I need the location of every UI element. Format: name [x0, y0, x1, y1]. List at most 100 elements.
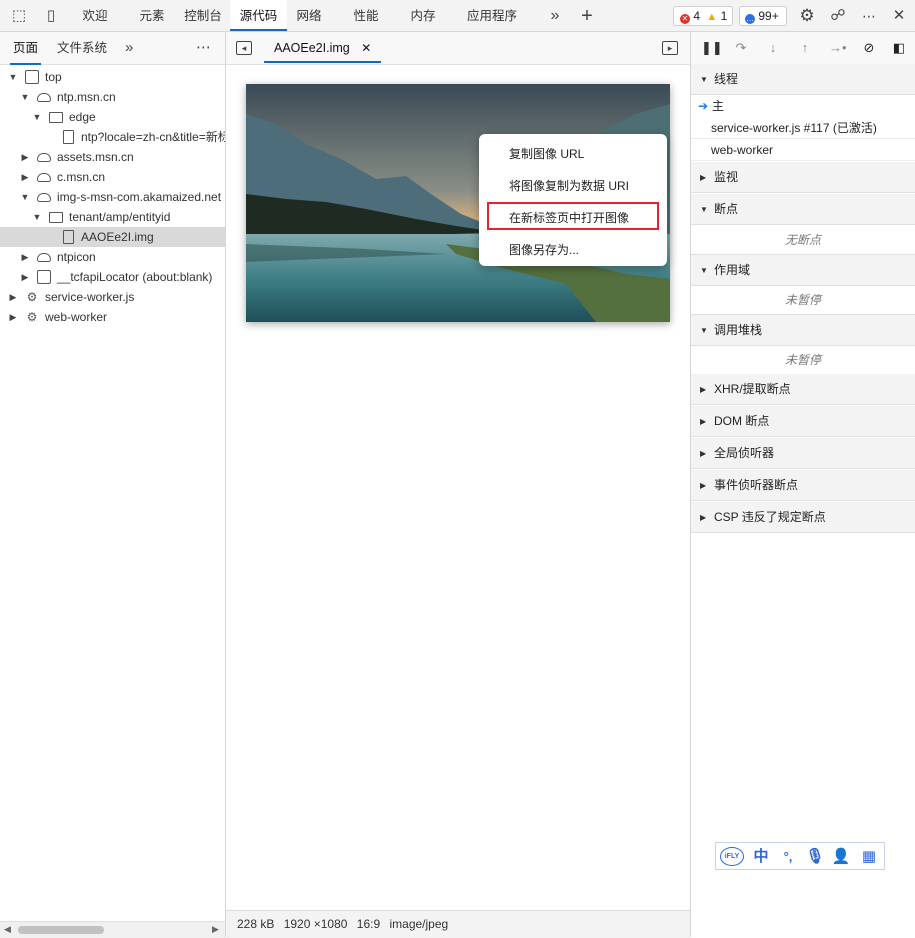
scroll-left-arrow-icon[interactable]: ◀	[4, 924, 11, 935]
tree-item-web-worker[interactable]: ▶ ⚙ web-worker	[0, 307, 225, 327]
debugger-panel: ❚❚ ↷ ↓ ↑ →• ⊘ ◧ ▼ 线程 ➔ 主 service-worker.…	[690, 32, 915, 937]
microphone-icon[interactable]: 🎙	[804, 847, 826, 867]
error-icon: ✕	[680, 14, 690, 24]
pause-icon[interactable]: ❚❚	[701, 40, 723, 56]
image-status-bar: 228 kB 1920 ×1080 16:9 image/jpeg	[226, 910, 690, 938]
tab-network[interactable]: 网络	[292, 0, 326, 31]
tree-item-assets-msn[interactable]: ▶ assets.msn.cn	[0, 147, 225, 167]
tree-item-tcfapilocator[interactable]: ▶ __tcfapiLocator (about:blank)	[0, 267, 225, 287]
thread-main[interactable]: ➔ 主	[691, 95, 915, 117]
file-tab[interactable]: AAOEe2I.img ✕	[264, 32, 382, 63]
section-dom-breakpoints[interactable]: ▶ DOM 断点	[691, 406, 915, 437]
section-scope[interactable]: ▼ 作用域	[691, 255, 915, 286]
tree-item-ntp-msn[interactable]: ▼ ntp.msn.cn	[0, 87, 225, 107]
expand-caret-icon[interactable]: ▼	[8, 67, 18, 87]
section-event-listener-breakpoints[interactable]: ▶ 事件侦听器断点	[691, 470, 915, 501]
deactivate-breakpoints-icon[interactable]: ⊘	[861, 40, 877, 56]
menu-copy-image-url[interactable]: 复制图像 URL	[479, 138, 667, 170]
pause-on-exceptions-icon[interactable]: ◧	[891, 40, 907, 56]
tree-item-top[interactable]: ▼ top	[0, 67, 225, 87]
section-watch[interactable]: ▶ 监视	[691, 162, 915, 193]
menu-copy-image-data-uri[interactable]: 将图像复制为数据 URI	[479, 170, 667, 202]
tree-item-c-msn[interactable]: ▶ c.msn.cn	[0, 167, 225, 187]
expand-caret-icon[interactable]: ▼	[32, 207, 42, 227]
tab-console[interactable]: 控制台	[180, 0, 226, 31]
collapsed-caret-icon[interactable]: ▶	[20, 167, 30, 187]
thread-web-worker[interactable]: web-worker	[691, 139, 915, 161]
section-call-stack[interactable]: ▼ 调用堆栈	[691, 315, 915, 346]
tab-memory[interactable]: 内存	[405, 0, 441, 31]
toggle-debugger-icon[interactable]: ▸	[662, 41, 678, 55]
folder-icon	[49, 212, 63, 223]
tab-filesystem[interactable]: 文件系统	[57, 32, 107, 63]
apps-grid-icon[interactable]: ▦	[858, 847, 880, 867]
tree-item-ntp-file[interactable]: ntp?locale=zh-cn&title=新标签页	[0, 127, 225, 147]
user-icon[interactable]: 👤	[830, 847, 852, 867]
warning-count: 1	[720, 9, 728, 23]
feedback-icon[interactable]: ☍	[829, 7, 847, 25]
more-options-icon[interactable]: ⋯	[860, 7, 878, 25]
scroll-right-arrow-icon[interactable]: ▶	[212, 924, 219, 935]
more-tabs-chevron-icon[interactable]: »	[125, 39, 133, 56]
section-title: 全局侦听器	[714, 446, 775, 460]
add-tab-plus-icon[interactable]: +	[578, 6, 596, 26]
debugger-toolbar: ❚❚ ↷ ↓ ↑ →• ⊘ ◧	[691, 32, 915, 65]
collapsed-caret-icon[interactable]: ▶	[20, 267, 30, 287]
thread-service-worker[interactable]: service-worker.js #117 (已激活)	[691, 117, 915, 139]
ime-toolbar: iFLY 中 °, 🎙 👤 ▦	[715, 842, 885, 870]
menu-save-image-as[interactable]: 图像另存为...	[479, 234, 667, 266]
expand-caret-icon[interactable]: ▼	[20, 187, 30, 207]
tab-sources[interactable]: 源代码	[230, 0, 287, 31]
tree-item-label: top	[45, 70, 62, 84]
tab-performance[interactable]: 性能	[348, 0, 384, 31]
editor-tab-bar: ◂ AAOEe2I.img ✕ ▸	[226, 32, 690, 65]
inspect-element-icon[interactable]: ⬚	[10, 7, 28, 25]
step-into-icon[interactable]: ↓	[765, 40, 781, 56]
tree-item-entityid-folder[interactable]: ▼ tenant/amp/entityid	[0, 207, 225, 227]
tree-item-service-worker[interactable]: ▶ ⚙ service-worker.js	[0, 287, 225, 307]
section-csp-breakpoints[interactable]: ▶ CSP 违反了规定断点	[691, 502, 915, 533]
tab-page[interactable]: 页面	[10, 32, 41, 65]
ifly-logo-icon[interactable]: iFLY	[720, 847, 744, 866]
section-title: 调用堆栈	[714, 323, 763, 337]
step-over-icon[interactable]: ↷	[733, 40, 749, 56]
device-emulation-icon[interactable]: ▯	[42, 7, 60, 25]
step-icon[interactable]: →•	[829, 40, 847, 56]
step-out-icon[interactable]: ↑	[797, 40, 813, 56]
collapsed-caret-icon[interactable]: ▶	[8, 287, 18, 307]
collapsed-triangle-icon: ▶	[700, 449, 707, 458]
tree-item-img-akamaized[interactable]: ▼ img-s-msn-com.akamaized.net	[0, 187, 225, 207]
horizontal-scrollbar[interactable]: ◀ ▶	[0, 921, 225, 938]
navigator-menu-icon[interactable]: ⋯	[196, 38, 211, 56]
tab-application[interactable]: 应用程序	[462, 0, 522, 31]
tree-item-selected-image[interactable]: AAOEe2I.img	[0, 227, 225, 247]
tree-item-label: ntp?locale=zh-cn&title=新标签页	[81, 130, 225, 144]
ime-language-toggle[interactable]: 中	[750, 847, 772, 867]
close-devtools-icon[interactable]: ✕	[890, 7, 908, 25]
expand-caret-icon[interactable]: ▼	[32, 107, 42, 127]
tree-item-ntpicon[interactable]: ▶ ntpicon	[0, 247, 225, 267]
tab-welcome[interactable]: 欢迎	[78, 0, 112, 31]
settings-gear-icon[interactable]: ⚙	[798, 7, 816, 25]
scrollbar-thumb[interactable]	[18, 926, 104, 934]
ime-punctuation-toggle[interactable]: °,	[778, 847, 798, 867]
section-title: 断点	[714, 202, 739, 216]
section-threads[interactable]: ▼ 线程	[691, 64, 915, 95]
errors-warnings-badge[interactable]: ✕ 4 ▲ 1	[673, 6, 733, 26]
more-tabs-chevron-icon[interactable]: »	[546, 7, 564, 25]
section-xhr-breakpoints[interactable]: ▶ XHR/提取断点	[691, 374, 915, 405]
collapsed-caret-icon[interactable]: ▶	[8, 307, 18, 327]
collapsed-caret-icon[interactable]: ▶	[20, 147, 30, 167]
image-mime: image/jpeg	[389, 917, 449, 931]
section-global-listeners[interactable]: ▶ 全局侦听器	[691, 438, 915, 469]
issues-badge[interactable]: … 99+	[739, 6, 787, 26]
collapsed-caret-icon[interactable]: ▶	[20, 247, 30, 267]
section-breakpoints[interactable]: ▼ 断点	[691, 194, 915, 225]
close-tab-icon[interactable]: ✕	[361, 41, 371, 55]
collapsed-triangle-icon: ▶	[700, 417, 707, 426]
tab-elements[interactable]: 元素	[134, 0, 170, 31]
section-title: DOM 断点	[714, 414, 770, 428]
expand-caret-icon[interactable]: ▼	[20, 87, 30, 107]
tree-item-edge-folder[interactable]: ▼ edge	[0, 107, 225, 127]
toggle-navigator-icon[interactable]: ◂	[236, 41, 252, 55]
